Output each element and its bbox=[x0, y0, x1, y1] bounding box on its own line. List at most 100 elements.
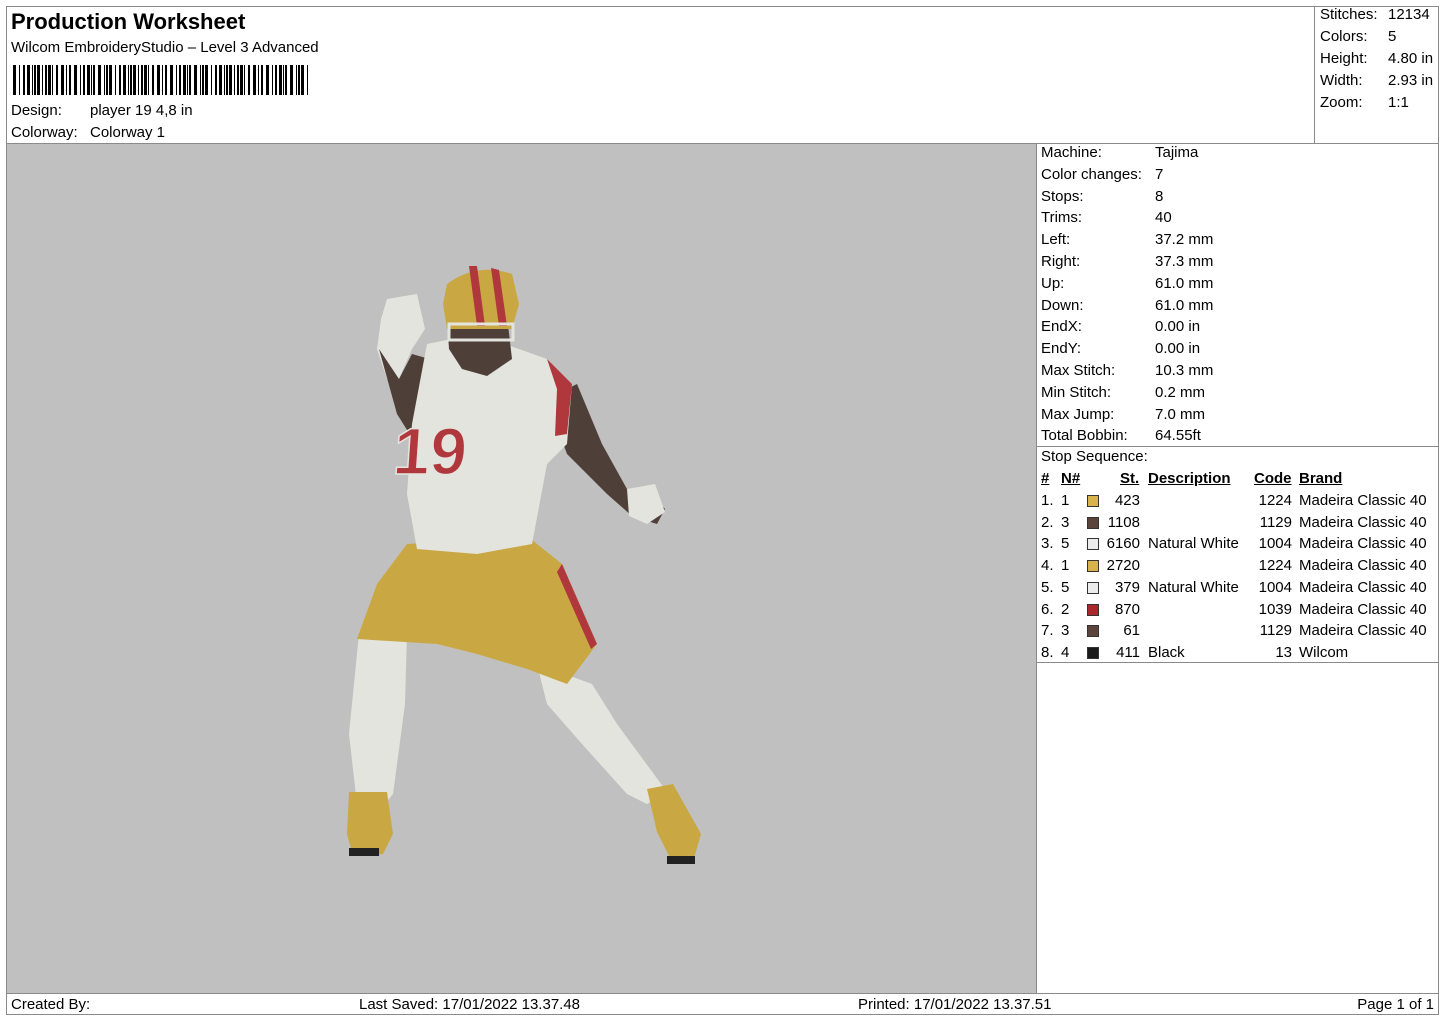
stop-sequence-row: 1. 1 423 1224 Madeira Classic 40 bbox=[1037, 492, 1438, 514]
machine-info-panel: Machine: Tajima Color changes: 7 Stops: 8 Trim… bbox=[1036, 143, 1439, 994]
colors-label: Colors: bbox=[1320, 28, 1368, 45]
machine-info-value: 40 bbox=[1155, 209, 1172, 227]
worksheet-header: Production Worksheet Wilcom EmbroiderySt… bbox=[6, 6, 1439, 144]
col-num-header: # bbox=[1041, 470, 1050, 487]
stop-sequence-title: Stop Sequence: bbox=[1041, 448, 1148, 465]
machine-info-label: Stops: bbox=[1041, 187, 1084, 205]
thread-code: 1004 bbox=[1258, 578, 1292, 596]
stitch-count: 411 bbox=[1116, 643, 1140, 661]
design-preview: 19 bbox=[6, 143, 1037, 994]
col-needle-header: N# bbox=[1061, 470, 1081, 487]
col-code-header: Code bbox=[1254, 470, 1292, 487]
thread-brand: Madeira Classic 40 bbox=[1299, 557, 1427, 575]
divider bbox=[1037, 662, 1438, 663]
machine-info-value: 37.3 mm bbox=[1155, 253, 1214, 270]
left-leg bbox=[349, 632, 407, 804]
machine-info-label: Machine: bbox=[1041, 144, 1102, 161]
needle-number: 2 bbox=[1061, 600, 1070, 618]
machine-info-value: 61.0 mm bbox=[1155, 274, 1214, 292]
stop-sequence-row: 4. 1 2720 1224 Madeira Classic 40 bbox=[1037, 557, 1438, 579]
colorway-label: Colorway: bbox=[11, 124, 78, 141]
stop-number: 5. bbox=[1041, 578, 1054, 596]
colors-row: Colors: 5 bbox=[1320, 28, 1396, 45]
machine-info-label: Total Bobbin: bbox=[1041, 427, 1128, 445]
height-value: 4.80 in bbox=[1388, 50, 1434, 67]
machine-info-value: 37.2 mm bbox=[1155, 231, 1214, 249]
width-label: Width: bbox=[1320, 72, 1363, 89]
stitches-row: Stitches: 12134 bbox=[1320, 6, 1430, 23]
machine-info-row: Min Stitch: 0.2 mm bbox=[1041, 384, 1205, 401]
machine-info-label: Trims: bbox=[1041, 209, 1083, 227]
zoom-label: Zoom: bbox=[1320, 94, 1363, 111]
thread-color-swatch bbox=[1087, 646, 1099, 659]
stop-sequence-row: 7. 3 61 1129 Madeira Classic 40 bbox=[1037, 622, 1438, 644]
machine-info-value: 7.0 mm bbox=[1155, 405, 1206, 423]
thread-color-swatch bbox=[1087, 625, 1099, 638]
machine-info-row: Up: 61.0 mm bbox=[1041, 275, 1213, 292]
thread-color-swatch bbox=[1087, 538, 1099, 551]
machine-info-value: 7 bbox=[1155, 165, 1164, 183]
machine-info-label: EndY: bbox=[1041, 340, 1082, 358]
stitches-value: 12134 bbox=[1388, 6, 1430, 23]
stop-number: 4. bbox=[1041, 557, 1054, 575]
machine-info-label: Min Stitch: bbox=[1041, 383, 1112, 401]
thread-brand: Madeira Classic 40 bbox=[1299, 492, 1427, 509]
col-brand-header: Brand bbox=[1299, 470, 1343, 487]
thread-code: 13 bbox=[1275, 643, 1292, 661]
thread-code: 1129 bbox=[1259, 622, 1292, 640]
machine-info-row: Right: 37.3 mm bbox=[1041, 253, 1213, 270]
stop-number: 8. bbox=[1041, 643, 1054, 661]
height-label: Height: bbox=[1320, 50, 1368, 67]
page-number: Page 1 of 1 bbox=[1357, 996, 1434, 1013]
col-stitches-header: St. bbox=[1120, 470, 1140, 487]
machine-info-label: Max Jump: bbox=[1041, 405, 1115, 423]
thread-description: Natural White bbox=[1148, 578, 1239, 596]
stitch-count: 870 bbox=[1114, 600, 1140, 618]
machine-info-label: Right: bbox=[1041, 253, 1081, 270]
stop-number: 3. bbox=[1041, 535, 1054, 553]
colorway-value: Colorway 1 bbox=[90, 124, 166, 141]
printed-date: Printed: 17/01/2022 13.37.51 bbox=[858, 996, 1052, 1013]
machine-info-row: Max Stitch: 10.3 mm bbox=[1041, 362, 1213, 379]
needle-number: 3 bbox=[1061, 622, 1070, 640]
design-value: player 19 4,8 in bbox=[90, 102, 193, 119]
left-cleat bbox=[347, 792, 393, 856]
machine-info-value: 0.00 in bbox=[1155, 318, 1201, 336]
stitch-count: 379 bbox=[1114, 578, 1140, 596]
stitch-count: 2720 bbox=[1106, 557, 1140, 575]
right-cleat bbox=[647, 784, 701, 862]
machine-info-row: Stops: 8 bbox=[1041, 188, 1163, 205]
machine-info-row: EndX: 0.00 in bbox=[1041, 318, 1200, 335]
stop-sequence-row: 6. 2 870 1039 Madeira Classic 40 bbox=[1037, 601, 1438, 623]
thread-code: 1039 bbox=[1258, 600, 1292, 618]
barcode-icon bbox=[13, 65, 308, 95]
needle-number: 3 bbox=[1061, 513, 1070, 531]
machine-info-row: Trims: 40 bbox=[1041, 209, 1172, 226]
stitch-count: 61 bbox=[1123, 622, 1140, 640]
machine-info-label: Up: bbox=[1041, 274, 1065, 292]
design-stats: Stitches: 12134 Colors: 5 Height: 4.80 in W… bbox=[1314, 6, 1440, 144]
thread-brand: Madeira Classic 40 bbox=[1299, 600, 1427, 618]
machine-info-value: 0.2 mm bbox=[1155, 383, 1206, 401]
stitch-count: 6160 bbox=[1106, 535, 1140, 553]
machine-info-row: Color changes: 7 bbox=[1041, 166, 1163, 183]
thread-color-swatch bbox=[1087, 603, 1099, 616]
design-row: Design: player 19 4,8 in bbox=[11, 102, 193, 119]
thread-brand: Madeira Classic 40 bbox=[1299, 513, 1427, 531]
stop-number: 1. bbox=[1041, 492, 1054, 509]
height-row: Height: 4.80 in bbox=[1320, 50, 1433, 67]
zoom-row: Zoom: 1:1 bbox=[1320, 94, 1409, 111]
machine-info-label: Max Stitch: bbox=[1041, 362, 1116, 379]
right-cleat-sole bbox=[667, 856, 695, 864]
thread-color-swatch bbox=[1087, 581, 1099, 594]
stitches-label: Stitches: bbox=[1320, 6, 1378, 23]
jersey-number: 19 bbox=[391, 415, 470, 489]
machine-info-row: Max Jump: 7.0 mm bbox=[1041, 406, 1205, 423]
machine-info-label: Left: bbox=[1041, 231, 1071, 249]
worksheet-footer: Created By: Last Saved: 17/01/2022 13.37… bbox=[6, 993, 1439, 1015]
machine-info-row: EndY: 0.00 in bbox=[1041, 340, 1200, 357]
machine-info-value: 0.00 in bbox=[1155, 340, 1201, 358]
needle-number: 1 bbox=[1061, 557, 1070, 575]
last-saved: Last Saved: 17/01/2022 13.37.48 bbox=[359, 996, 581, 1013]
stop-sequence-row: 3. 5 6160 Natural White 1004 Madeira Classic … bbox=[1037, 535, 1438, 557]
